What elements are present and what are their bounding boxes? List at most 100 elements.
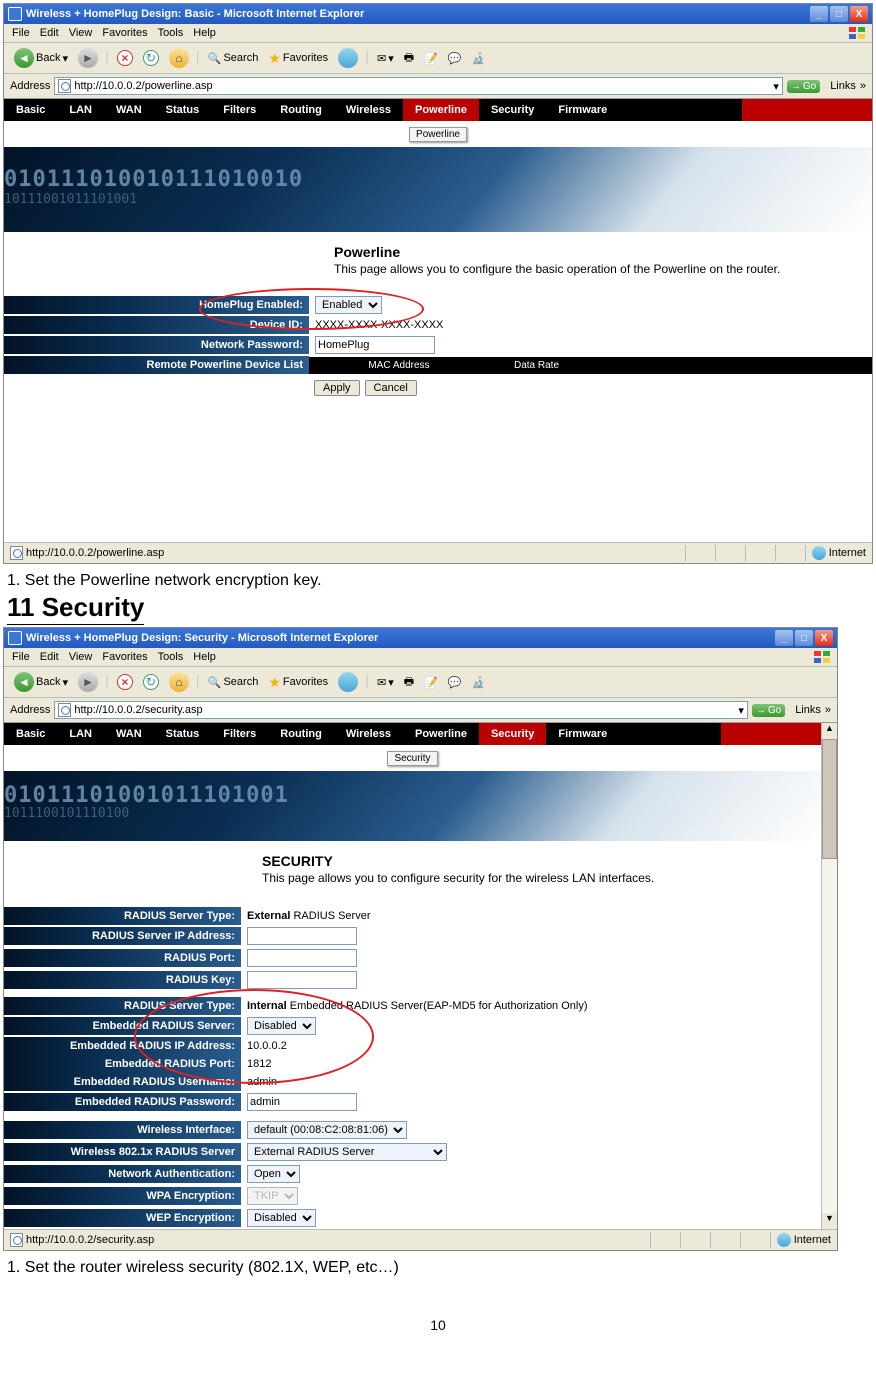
tab-status[interactable]: Status bbox=[154, 723, 212, 745]
forward-button[interactable]: ► bbox=[74, 46, 102, 70]
maximize-button[interactable]: □ bbox=[830, 6, 848, 22]
select-homeplug-enabled[interactable]: Enabled bbox=[315, 296, 382, 314]
menu-file[interactable]: File bbox=[12, 651, 30, 663]
menu-tools[interactable]: Tools bbox=[158, 27, 184, 39]
research-button[interactable]: 🔬 bbox=[468, 50, 490, 67]
submenu-security[interactable]: Security bbox=[387, 751, 437, 766]
scroll-up-icon[interactable]: ▲ bbox=[822, 723, 837, 739]
select-wifi-interface[interactable]: default (00:08:C2:08:81:06) bbox=[247, 1121, 407, 1139]
tab-basic[interactable]: Basic bbox=[4, 723, 57, 745]
maximize-button[interactable]: □ bbox=[795, 630, 813, 646]
chevron-down-icon[interactable]: ▾ bbox=[773, 80, 779, 93]
tab-firmware[interactable]: Firmware bbox=[546, 723, 619, 745]
select-wep-enc[interactable]: Disabled bbox=[247, 1209, 316, 1227]
history-button[interactable] bbox=[334, 46, 362, 70]
select-wpa-enc[interactable]: TKIP bbox=[247, 1187, 298, 1205]
refresh-button[interactable]: ↻ bbox=[139, 672, 163, 692]
tab-powerline[interactable]: Powerline bbox=[403, 723, 479, 745]
menu-view[interactable]: View bbox=[69, 651, 93, 663]
select-net-auth[interactable]: Open bbox=[247, 1165, 300, 1183]
mail-button[interactable]: ✉▾ bbox=[373, 50, 398, 67]
discuss-button[interactable]: 💬 bbox=[444, 50, 466, 67]
tab-lan[interactable]: LAN bbox=[57, 99, 104, 121]
tab-routing[interactable]: Routing bbox=[268, 99, 334, 121]
address-input[interactable]: http://10.0.0.2/security.asp ▾ bbox=[54, 701, 747, 719]
page-description: This page allows you to configure securi… bbox=[262, 871, 821, 885]
tab-powerline[interactable]: Powerline bbox=[403, 99, 479, 121]
select-emb-radius-server[interactable]: Disabled bbox=[247, 1017, 316, 1035]
back-button[interactable]: ◄Back ▾ bbox=[10, 670, 72, 694]
tab-routing[interactable]: Routing bbox=[268, 723, 334, 745]
menu-file[interactable]: File bbox=[12, 27, 30, 39]
value-device-id: XXXX-XXXX-XXXX-XXXX bbox=[309, 317, 872, 333]
select-8021x-server[interactable]: External RADIUS Server bbox=[247, 1143, 447, 1161]
tab-basic[interactable]: Basic bbox=[4, 99, 57, 121]
search-button[interactable]: 🔍Search bbox=[204, 50, 263, 67]
tab-filters[interactable]: Filters bbox=[211, 99, 268, 121]
scroll-thumb[interactable] bbox=[822, 739, 837, 859]
input-radius-key[interactable] bbox=[247, 971, 357, 989]
tab-wan[interactable]: WAN bbox=[104, 723, 154, 745]
tab-wireless[interactable]: Wireless bbox=[334, 723, 403, 745]
address-input[interactable]: http://10.0.0.2/powerline.asp ▾ bbox=[54, 77, 782, 95]
tab-filters[interactable]: Filters bbox=[211, 723, 268, 745]
edit-button[interactable]: 📝 bbox=[420, 674, 442, 691]
home-button[interactable]: ⌂ bbox=[165, 46, 193, 70]
discuss-button[interactable]: 💬 bbox=[444, 674, 466, 691]
mail-button[interactable]: ✉▾ bbox=[373, 674, 398, 691]
value-emb-radius-ip: 10.0.0.2 bbox=[241, 1038, 821, 1054]
minimize-button[interactable]: _ bbox=[775, 630, 793, 646]
tab-firmware[interactable]: Firmware bbox=[546, 99, 619, 121]
links-label[interactable]: Links bbox=[795, 704, 821, 716]
tab-wireless[interactable]: Wireless bbox=[334, 99, 403, 121]
apply-button[interactable]: Apply bbox=[314, 380, 360, 396]
submenu-powerline[interactable]: Powerline bbox=[409, 127, 467, 142]
menu-help[interactable]: Help bbox=[193, 651, 216, 663]
menu-view[interactable]: View bbox=[69, 27, 93, 39]
print-button[interactable]: 🖶 bbox=[400, 47, 418, 70]
refresh-button[interactable]: ↻ bbox=[139, 48, 163, 68]
favorites-button[interactable]: ★Favorites bbox=[264, 672, 332, 693]
menu-help[interactable]: Help bbox=[193, 27, 216, 39]
links-label[interactable]: Links bbox=[830, 80, 856, 92]
input-network-password[interactable] bbox=[315, 336, 435, 354]
back-button[interactable]: ◄Back ▾ bbox=[10, 46, 72, 70]
page-icon bbox=[10, 1233, 23, 1247]
menu-edit[interactable]: Edit bbox=[40, 27, 59, 39]
scroll-down-icon[interactable]: ▼ bbox=[822, 1213, 837, 1229]
scrollbar[interactable]: ▲ ▼ bbox=[821, 723, 837, 1229]
search-button[interactable]: 🔍Search bbox=[204, 674, 263, 691]
tab-security[interactable]: Security bbox=[479, 723, 546, 745]
tab-security[interactable]: Security bbox=[479, 99, 546, 121]
menu-edit[interactable]: Edit bbox=[40, 651, 59, 663]
input-radius-port[interactable] bbox=[247, 949, 357, 967]
tab-lan[interactable]: LAN bbox=[57, 723, 104, 745]
favorites-button[interactable]: ★Favorites bbox=[264, 48, 332, 69]
forward-button[interactable]: ► bbox=[74, 670, 102, 694]
menu-favorites[interactable]: Favorites bbox=[102, 651, 147, 663]
menu-tools[interactable]: Tools bbox=[158, 651, 184, 663]
edit-button[interactable]: 📝 bbox=[420, 50, 442, 67]
input-radius-ip[interactable] bbox=[247, 927, 357, 945]
close-button[interactable]: X bbox=[850, 6, 868, 22]
address-bar: Address http://10.0.0.2/powerline.asp ▾ … bbox=[4, 74, 872, 99]
toolbar: ◄Back ▾ ► │ × ↻ ⌂ │ 🔍Search ★Favorites │… bbox=[4, 43, 872, 74]
stop-button[interactable]: × bbox=[113, 672, 137, 692]
stop-button[interactable]: × bbox=[113, 48, 137, 68]
banner-bits-2: 10111001011101001 bbox=[4, 192, 137, 207]
go-button[interactable]: → Go bbox=[752, 704, 785, 717]
tab-wan[interactable]: WAN bbox=[104, 99, 154, 121]
research-button[interactable]: 🔬 bbox=[468, 674, 490, 691]
label-emb-radius-user: Embedded RADIUS Username: bbox=[4, 1073, 241, 1091]
cancel-button[interactable]: Cancel bbox=[365, 380, 417, 396]
go-button[interactable]: → Go bbox=[787, 80, 820, 93]
input-emb-radius-pass[interactable] bbox=[247, 1093, 357, 1111]
print-button[interactable]: 🖶 bbox=[400, 671, 418, 694]
chevron-down-icon[interactable]: ▾ bbox=[738, 704, 744, 717]
minimize-button[interactable]: _ bbox=[810, 6, 828, 22]
menu-favorites[interactable]: Favorites bbox=[102, 27, 147, 39]
home-button[interactable]: ⌂ bbox=[165, 670, 193, 694]
close-button[interactable]: X bbox=[815, 630, 833, 646]
history-button[interactable] bbox=[334, 670, 362, 694]
tab-status[interactable]: Status bbox=[154, 99, 212, 121]
